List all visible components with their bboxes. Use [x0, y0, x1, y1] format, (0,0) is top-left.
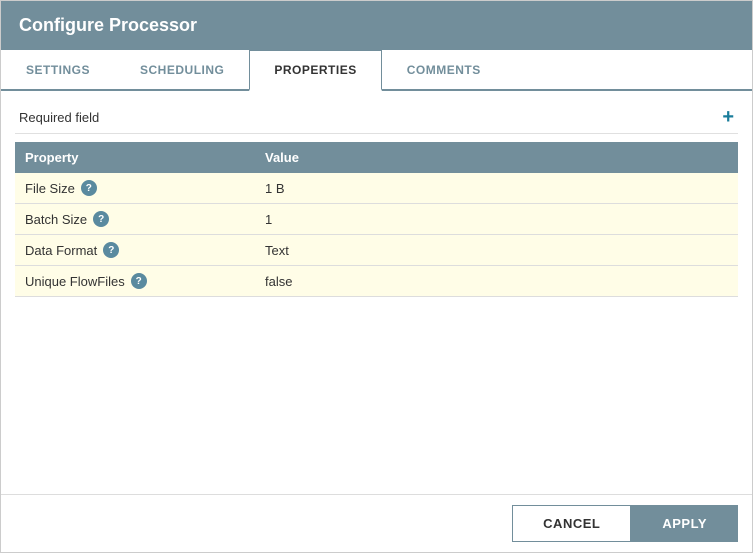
- cancel-button[interactable]: CANCEL: [512, 505, 631, 542]
- tabs-bar: SETTINGS SCHEDULING PROPERTIES COMMENTS: [1, 50, 752, 91]
- content-area: Required field + Property Value File Siz…: [1, 91, 752, 494]
- property-value-cell[interactable]: Text: [255, 235, 515, 266]
- table-row[interactable]: Data Format ? Text: [15, 235, 738, 266]
- tab-properties[interactable]: PROPERTIES: [249, 50, 381, 91]
- tab-comments[interactable]: COMMENTS: [382, 50, 506, 89]
- property-value-cell[interactable]: 1 B: [255, 173, 515, 204]
- property-name-cell: File Size ?: [15, 173, 255, 204]
- property-extra-cell: [515, 235, 738, 266]
- property-name-label: Data Format: [25, 243, 97, 258]
- property-name-cell: Unique FlowFiles ?: [15, 266, 255, 297]
- required-field-label: Required field: [19, 110, 99, 125]
- property-value-cell[interactable]: 1: [255, 204, 515, 235]
- property-name-label: File Size: [25, 181, 75, 196]
- apply-button[interactable]: APPLY: [631, 505, 738, 542]
- dialog-header: Configure Processor: [1, 1, 752, 50]
- footer: CANCEL APPLY: [1, 494, 752, 552]
- tab-scheduling[interactable]: SCHEDULING: [115, 50, 249, 89]
- column-header-value: Value: [255, 142, 515, 173]
- column-header-property: Property: [15, 142, 255, 173]
- required-field-row: Required field +: [15, 101, 738, 134]
- configure-processor-dialog: Configure Processor SETTINGS SCHEDULING …: [0, 0, 753, 553]
- property-extra-cell: [515, 204, 738, 235]
- column-header-extra: [515, 142, 738, 173]
- property-extra-cell: [515, 173, 738, 204]
- tab-settings[interactable]: SETTINGS: [1, 50, 115, 89]
- help-icon[interactable]: ?: [103, 242, 119, 258]
- table-row[interactable]: Unique FlowFiles ? false: [15, 266, 738, 297]
- add-property-button[interactable]: +: [722, 107, 734, 127]
- properties-table: Property Value File Size ? 1 B Batch Siz…: [15, 142, 738, 297]
- property-name-label: Unique FlowFiles: [25, 274, 125, 289]
- property-name-cell: Data Format ?: [15, 235, 255, 266]
- property-name-label: Batch Size: [25, 212, 87, 227]
- property-name-cell: Batch Size ?: [15, 204, 255, 235]
- property-extra-cell: [515, 266, 738, 297]
- property-value-cell[interactable]: false: [255, 266, 515, 297]
- help-icon[interactable]: ?: [93, 211, 109, 227]
- table-row[interactable]: File Size ? 1 B: [15, 173, 738, 204]
- table-header-row: Property Value: [15, 142, 738, 173]
- help-icon[interactable]: ?: [81, 180, 97, 196]
- table-row[interactable]: Batch Size ? 1: [15, 204, 738, 235]
- dialog-title: Configure Processor: [19, 15, 197, 35]
- help-icon[interactable]: ?: [131, 273, 147, 289]
